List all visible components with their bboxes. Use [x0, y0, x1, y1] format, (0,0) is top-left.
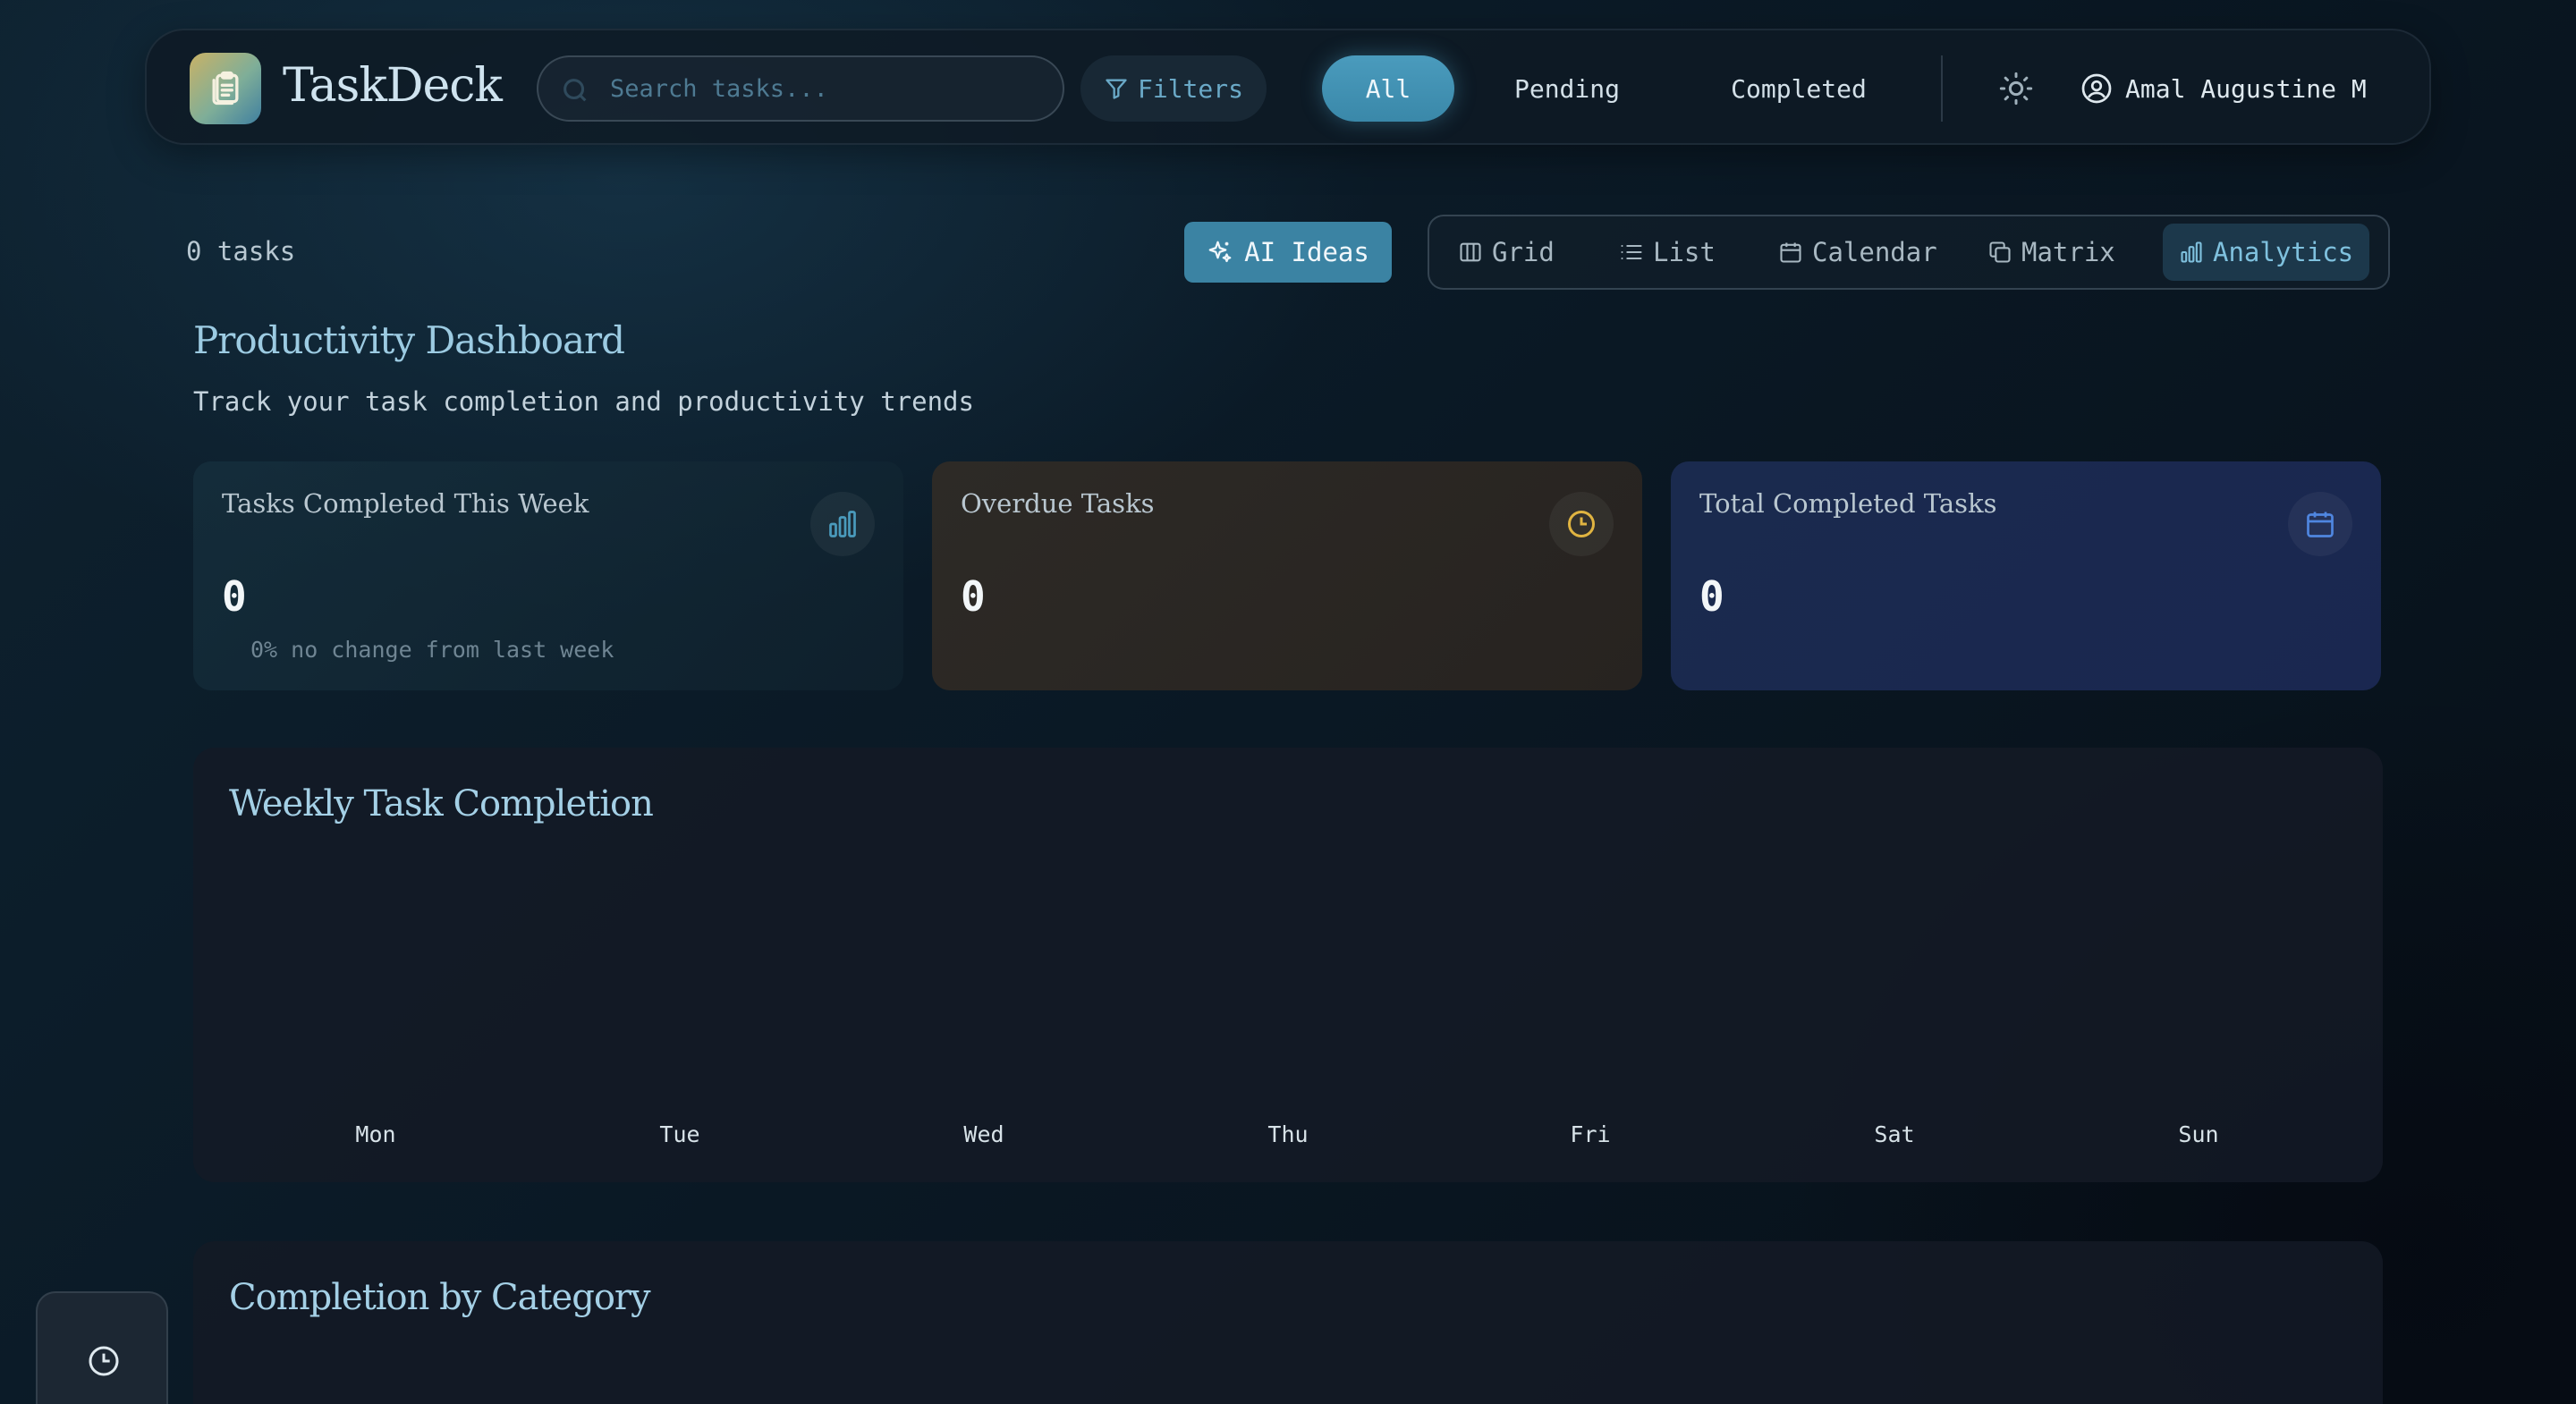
stat-note: 0% no change from last week	[250, 637, 614, 663]
task-count: 0 tasks	[186, 236, 296, 266]
view-analytics-label: Analytics	[2213, 237, 2354, 267]
category-completion-panel: Completion by Category	[193, 1241, 2383, 1404]
search-input[interactable]	[610, 57, 1048, 120]
header-divider	[1941, 55, 1943, 122]
view-calendar-label: Calendar	[1812, 237, 1937, 267]
user-circle-icon	[2081, 73, 2112, 104]
stat-card-total-completed: Total Completed Tasks 0	[1671, 461, 2381, 690]
sun-icon[interactable]	[1998, 71, 2034, 106]
stat-label: Tasks Completed This Week	[222, 488, 589, 519]
stat-card-completed-week: Tasks Completed This Week 0 0% no change…	[193, 461, 903, 690]
tab-completed-label: Completed	[1731, 73, 1867, 104]
tab-pending[interactable]: Pending	[1487, 55, 1648, 122]
day-label: Fri	[1570, 1121, 1611, 1147]
tab-completed[interactable]: Completed	[1696, 55, 1902, 122]
day-label: Tue	[659, 1121, 700, 1147]
app-title: TaskDeck	[283, 59, 503, 113]
filter-icon	[1106, 79, 1127, 99]
stat-label: Total Completed Tasks	[1699, 488, 1997, 519]
day-label: Mon	[355, 1121, 396, 1147]
category-title: Completion by Category	[229, 1277, 651, 1318]
dashboard-subtitle: Track your task completion and productiv…	[193, 386, 974, 417]
day-label: Thu	[1267, 1121, 1309, 1147]
ai-ideas-button[interactable]: AI Ideas	[1184, 222, 1392, 283]
stat-icon-wrap	[810, 492, 875, 556]
clipboard-icon	[212, 71, 239, 106]
user-name: Amal Augustine M	[2125, 73, 2367, 104]
filters-label: Filters	[1137, 73, 1243, 104]
stat-icon-wrap	[1549, 492, 1614, 556]
tab-all-label: All	[1365, 73, 1411, 104]
day-label: Wed	[963, 1121, 1004, 1147]
app-logo[interactable]	[190, 53, 261, 124]
stat-label: Overdue Tasks	[961, 488, 1155, 519]
calendar-icon	[2307, 512, 2334, 537]
history-button[interactable]	[36, 1291, 168, 1404]
view-switcher: Grid List Calendar Matrix Analytics	[1428, 215, 2390, 290]
view-calendar[interactable]: Calendar	[1762, 224, 1953, 281]
calendar-icon	[1780, 242, 1801, 263]
day-label: Sun	[2178, 1121, 2219, 1147]
columns-icon	[1460, 242, 1481, 262]
clock-icon	[89, 1346, 119, 1376]
stat-icon-wrap	[2288, 492, 2352, 556]
tab-all[interactable]: All	[1322, 55, 1454, 122]
view-list-label: List	[1653, 237, 1716, 267]
day-label: Sat	[1874, 1121, 1915, 1147]
sparkles-icon	[1208, 241, 1232, 263]
weekly-title: Weekly Task Completion	[229, 783, 654, 825]
stat-value: 0	[1699, 572, 1724, 621]
filters-button[interactable]: Filters	[1080, 55, 1267, 122]
stat-value: 0	[222, 572, 247, 621]
view-analytics[interactable]: Analytics	[2163, 224, 2370, 281]
top-navbar: TaskDeck Filters All Pending Completed A…	[145, 29, 2431, 145]
stat-card-overdue: Overdue Tasks 0	[932, 461, 1642, 690]
search-box[interactable]	[537, 55, 1064, 122]
tab-pending-label: Pending	[1513, 73, 1620, 104]
view-grid[interactable]: Grid	[1442, 224, 1571, 281]
ai-ideas-label: AI Ideas	[1244, 237, 1369, 267]
bar-chart-icon	[829, 511, 856, 537]
view-list[interactable]: List	[1603, 224, 1732, 281]
list-icon	[1621, 244, 1642, 260]
view-matrix[interactable]: Matrix	[1971, 224, 2131, 281]
view-matrix-label: Matrix	[2021, 237, 2115, 267]
clock-icon	[1568, 511, 1595, 537]
copy-icon	[1989, 241, 2011, 263]
weekly-completion-panel: Weekly Task Completion Mon Tue Wed Thu F…	[193, 748, 2383, 1182]
stat-value: 0	[961, 572, 986, 621]
search-icon	[564, 79, 587, 102]
bar-chart-icon	[2181, 241, 2202, 263]
dashboard-title: Productivity Dashboard	[193, 318, 625, 362]
view-grid-label: Grid	[1492, 237, 1555, 267]
user-menu[interactable]: Amal Augustine M	[2080, 57, 2367, 120]
